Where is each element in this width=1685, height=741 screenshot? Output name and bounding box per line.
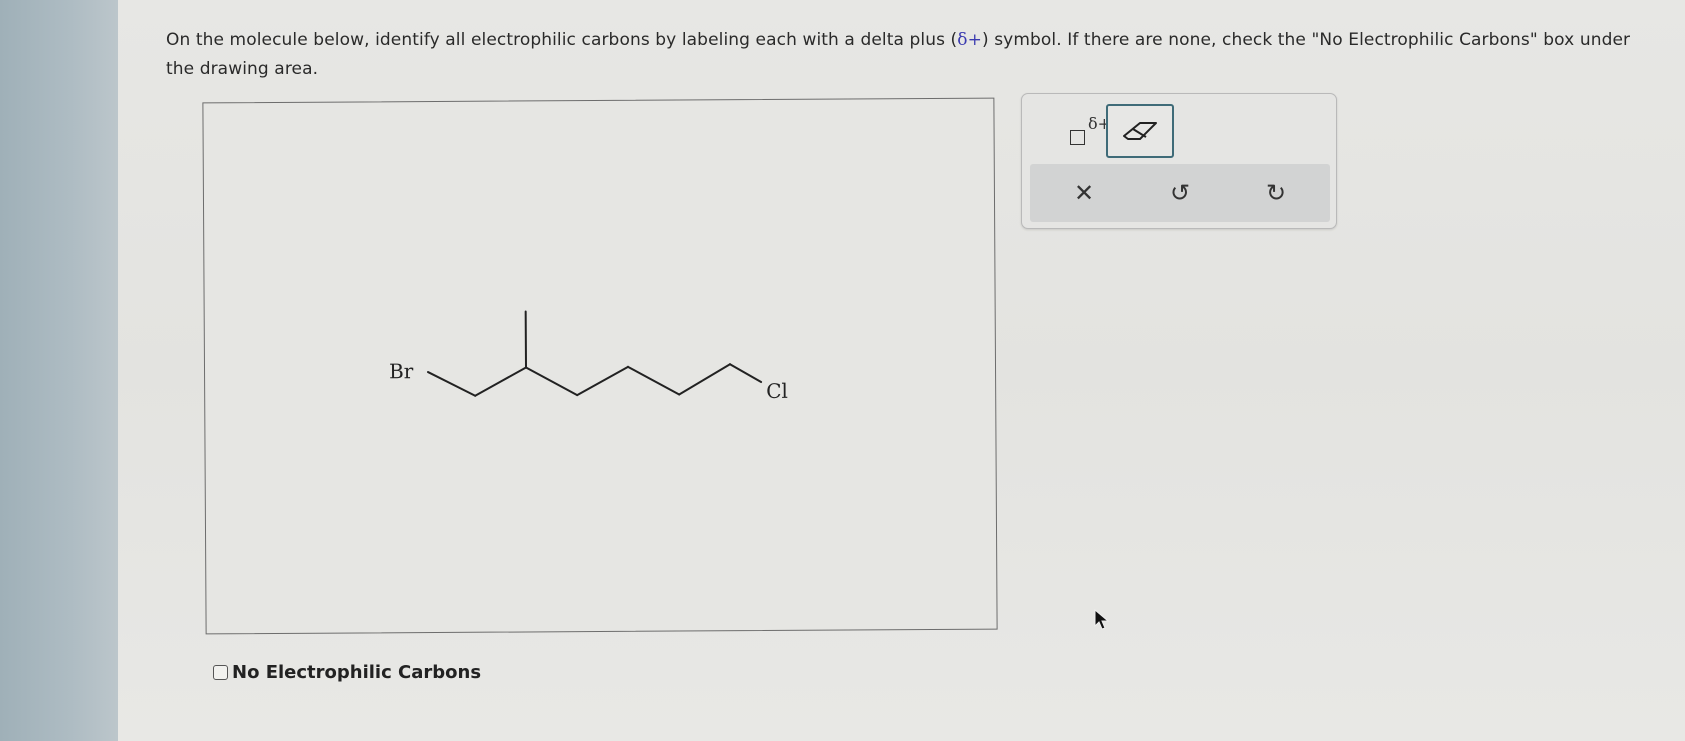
atom-br-label[interactable]: Br — [389, 359, 414, 383]
no-electrophilic-carbons-option[interactable]: No Electrophilic Carbons — [213, 662, 481, 683]
bond-c2-c3 — [525, 366, 579, 397]
no-electrophilic-carbons-checkbox[interactable] — [213, 665, 228, 680]
close-icon: ✕ — [1073, 179, 1095, 207]
background-strip — [0, 0, 118, 741]
undo-icon: ↺ — [1169, 179, 1191, 207]
atom-cl-label[interactable]: Cl — [766, 379, 788, 403]
redo-icon: ↻ — [1265, 179, 1287, 207]
bond-c3-c4 — [576, 365, 630, 397]
eraser-tool-button[interactable] — [1106, 104, 1174, 158]
question-delta-symbol: δ+ — [957, 30, 982, 50]
delta-plus-tool-button[interactable]: δ+ — [1046, 108, 1111, 148]
bond-br-c1 — [427, 371, 477, 397]
bond-c6-cl — [728, 363, 763, 384]
bond-c5-c6 — [678, 363, 731, 396]
delta-plus-box-icon — [1070, 130, 1085, 145]
clear-button[interactable]: ✕ — [1044, 164, 1124, 222]
action-bar: ✕ ↺ ↻ — [1030, 164, 1330, 222]
drawing-canvas[interactable]: Br Cl — [202, 97, 998, 636]
no-electrophilic-carbons-label[interactable]: No Electrophilic Carbons — [232, 662, 481, 683]
bond-c4-c5 — [627, 365, 681, 396]
question-part-1: On the molecule below, identify all elec… — [166, 30, 958, 50]
molecule-structure[interactable]: Br Cl — [203, 99, 998, 636]
drawing-toolbar: δ+ ✕ ↺ ↻ — [1021, 93, 1337, 229]
eraser-icon — [1123, 122, 1157, 140]
redo-button[interactable]: ↻ — [1236, 164, 1316, 222]
question-text: On the molecule below, identify all elec… — [166, 26, 1636, 84]
mouse-cursor-icon — [1094, 609, 1110, 630]
undo-button[interactable]: ↺ — [1140, 164, 1220, 222]
bond-c1-c2 — [474, 366, 528, 397]
